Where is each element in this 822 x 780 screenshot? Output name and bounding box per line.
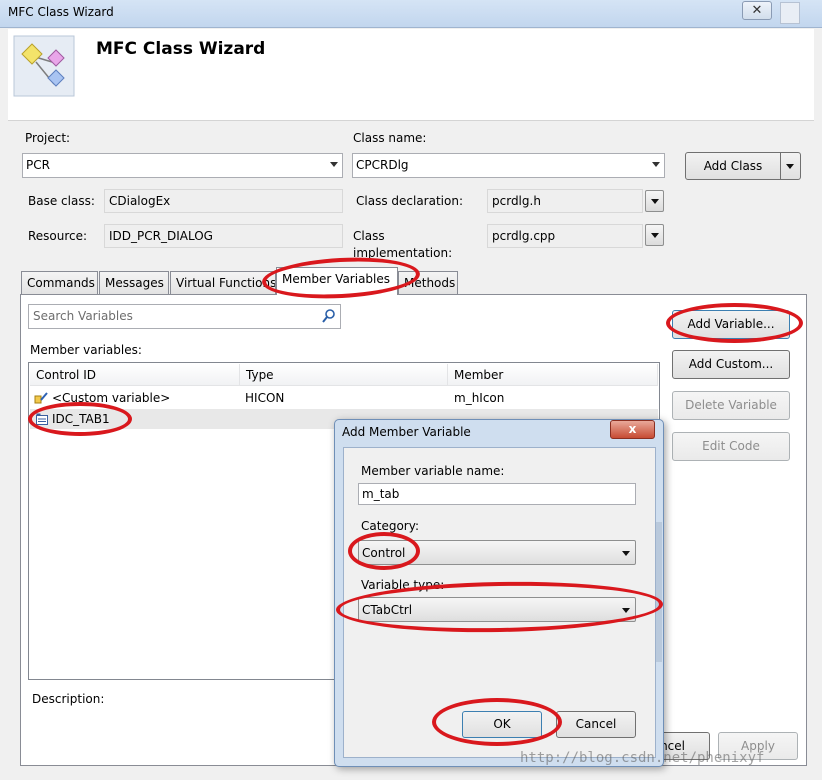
watermark-text: http://blog.csdn.net/phenixyf: [520, 750, 765, 766]
class-name-value: CPCRDlg: [356, 158, 409, 172]
cell-control-id: <Custom variable>: [52, 391, 171, 405]
chevron-down-icon: [651, 199, 659, 204]
class-name-label: Class name:: [353, 131, 427, 145]
add-custom-button[interactable]: Add Custom...: [672, 350, 790, 379]
base-class-label: Base class:: [28, 194, 95, 208]
class-wizard-icon: [12, 34, 76, 98]
window-title: MFC Class Wizard: [8, 5, 114, 19]
tab-virtual-functions[interactable]: Virtual Functions: [170, 271, 276, 294]
chevron-down-icon: [651, 233, 659, 238]
class-implementation-label-line2: implementation:: [353, 246, 453, 260]
tab-messages[interactable]: Messages: [99, 271, 169, 294]
variable-type-value: CTabCtrl: [362, 603, 413, 617]
chevron-down-icon: [786, 164, 794, 169]
dialog-cancel-button[interactable]: Cancel: [556, 711, 636, 738]
resource-field: IDD_PCR_DIALOG: [104, 224, 343, 248]
class-name-combo[interactable]: CPCRDlg: [352, 153, 665, 178]
class-declaration-dropdown-button[interactable]: [645, 190, 664, 212]
member-variable-name-label: Member variable name:: [361, 464, 505, 478]
column-control-id[interactable]: Control ID: [30, 364, 240, 386]
search-icon[interactable]: [321, 308, 337, 324]
member-variables-label: Member variables:: [30, 343, 142, 357]
tab-methods[interactable]: Methods: [398, 271, 458, 294]
search-placeholder: Search Variables: [33, 309, 133, 323]
class-implementation-field: pcrdlg.cpp: [487, 224, 643, 248]
tab-control-icon: [36, 413, 48, 425]
edit-code-button[interactable]: Edit Code: [672, 432, 790, 461]
background-scroll-icon: [780, 2, 800, 24]
variable-type-label: Variable type:: [361, 578, 445, 592]
category-combo[interactable]: Control: [358, 540, 636, 565]
variable-type-combo[interactable]: CTabCtrl: [358, 597, 636, 622]
chevron-down-icon: [652, 162, 660, 167]
base-class-field: CDialogEx: [104, 189, 343, 213]
cell-member: m_hIcon: [454, 391, 505, 405]
category-label: Category:: [361, 519, 419, 533]
cell-control-id: IDC_TAB1: [52, 412, 110, 426]
project-combo[interactable]: PCR: [22, 153, 343, 178]
wizard-title: MFC Class Wizard: [96, 39, 266, 59]
cell-type: HICON: [245, 391, 285, 405]
search-input[interactable]: Search Variables: [28, 304, 341, 329]
delete-variable-button[interactable]: Delete Variable: [672, 391, 790, 420]
category-value: Control: [362, 546, 406, 560]
column-member[interactable]: Member: [448, 364, 658, 386]
project-label: Project:: [25, 131, 71, 145]
table-row[interactable]: <Custom variable> HICON m_hIcon: [30, 388, 658, 408]
ok-button[interactable]: OK: [462, 711, 542, 738]
class-declaration-field: pcrdlg.h: [487, 189, 643, 213]
title-bar: MFC Class Wizard: [0, 0, 822, 28]
tab-member-variables[interactable]: Member Variables: [276, 267, 398, 295]
chevron-down-icon: [622, 551, 630, 556]
chevron-down-icon: [622, 608, 630, 613]
tab-commands[interactable]: Commands: [21, 271, 98, 294]
add-class-button[interactable]: Add Class: [685, 152, 781, 180]
custom-variable-icon: [34, 391, 48, 405]
window-close-button[interactable]: ✕: [742, 1, 772, 20]
add-variable-button[interactable]: Add Variable...: [672, 310, 790, 339]
project-value: PCR: [26, 158, 50, 172]
class-declaration-label: Class declaration:: [356, 194, 463, 208]
resource-label: Resource:: [28, 229, 88, 243]
chevron-down-icon: [330, 162, 338, 167]
member-variable-name-input[interactable]: m_tab: [358, 483, 636, 505]
description-label: Description:: [32, 692, 105, 706]
class-implementation-dropdown-button[interactable]: [645, 224, 664, 246]
class-implementation-label: Class: [353, 229, 385, 243]
add-class-dropdown-button[interactable]: [780, 152, 801, 180]
dialog-title: Add Member Variable: [342, 425, 471, 439]
column-type[interactable]: Type: [240, 364, 448, 386]
dialog-scrollbar[interactable]: [656, 522, 662, 662]
dialog-close-button[interactable]: x: [610, 420, 655, 439]
